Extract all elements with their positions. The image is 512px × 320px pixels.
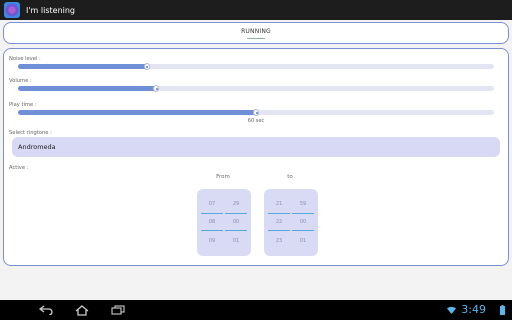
app-title: I'm listening <box>26 5 76 15</box>
from-hour-current[interactable]: 08 <box>201 219 223 225</box>
to-hour-line-top <box>268 213 290 214</box>
from-hour-prev[interactable]: 07 <box>201 201 223 207</box>
wifi-icon <box>446 304 456 316</box>
running-underline <box>247 37 265 39</box>
system-nav-bar: 3:49 <box>0 300 512 320</box>
recent-apps-icon[interactable] <box>108 304 128 316</box>
volume-thumb[interactable] <box>153 85 160 92</box>
from-minute-column[interactable]: 29 00 01 <box>225 189 247 256</box>
settings-panel: Noise level : Volume : Play time : 60 se… <box>3 48 509 266</box>
from-minute-next[interactable]: 01 <box>225 238 247 244</box>
running-label: RUNNING <box>241 27 271 35</box>
to-minute-next[interactable]: 01 <box>292 238 314 244</box>
play-time-fill <box>18 110 256 115</box>
to-label: to <box>287 174 293 180</box>
from-time-picker[interactable]: 07 08 09 29 00 01 <box>197 189 251 256</box>
noise-level-slider[interactable] <box>18 63 494 70</box>
noise-level-thumb[interactable] <box>143 63 150 70</box>
noise-level-fill <box>18 64 147 69</box>
from-minute-line-bottom <box>225 230 247 231</box>
play-time-slider[interactable] <box>18 109 494 116</box>
to-hour-prev[interactable]: 21 <box>268 201 290 207</box>
from-hour-column[interactable]: 07 08 09 <box>201 189 223 256</box>
volume-slider[interactable] <box>18 85 494 92</box>
from-minute-line-top <box>225 213 247 214</box>
ringtone-select[interactable]: Andromeda <box>12 137 500 157</box>
from-hour-next[interactable]: 09 <box>201 238 223 244</box>
running-toggle[interactable]: RUNNING <box>3 22 509 44</box>
to-minute-current[interactable]: 00 <box>292 219 314 225</box>
to-minute-column[interactable]: 59 00 01 <box>292 189 314 256</box>
from-minute-prev[interactable]: 29 <box>225 201 247 207</box>
to-time-picker[interactable]: 21 22 23 59 00 01 <box>264 189 318 256</box>
app-icon[interactable] <box>4 2 20 18</box>
volume-label: Volume : <box>9 78 32 84</box>
ringtone-value: Andromeda <box>18 143 56 151</box>
home-icon[interactable] <box>72 304 92 316</box>
back-icon[interactable] <box>36 304 56 316</box>
volume-fill <box>18 86 157 91</box>
from-minute-current[interactable]: 00 <box>225 219 247 225</box>
to-hour-next[interactable]: 23 <box>268 238 290 244</box>
from-hour-line-bottom <box>201 230 223 231</box>
battery-icon <box>499 304 505 316</box>
play-time-value: 60 sec <box>247 118 265 124</box>
play-time-thumb[interactable] <box>253 109 259 116</box>
to-minute-line-top <box>292 213 314 214</box>
play-time-label: Play time : <box>9 102 37 108</box>
active-label: Active : <box>9 165 29 171</box>
status-clock: 3:49 <box>461 303 486 316</box>
ringtone-label: Select ringtone : <box>9 130 52 136</box>
to-minute-line-bottom <box>292 230 314 231</box>
noise-level-label: Noise level : <box>9 56 41 62</box>
from-label: From <box>216 174 230 180</box>
from-hour-line-top <box>201 213 223 214</box>
to-hour-line-bottom <box>268 230 290 231</box>
to-hour-current[interactable]: 22 <box>268 219 290 225</box>
to-hour-column[interactable]: 21 22 23 <box>268 189 290 256</box>
action-bar: I'm listening <box>0 0 512 20</box>
to-minute-prev[interactable]: 59 <box>292 201 314 207</box>
